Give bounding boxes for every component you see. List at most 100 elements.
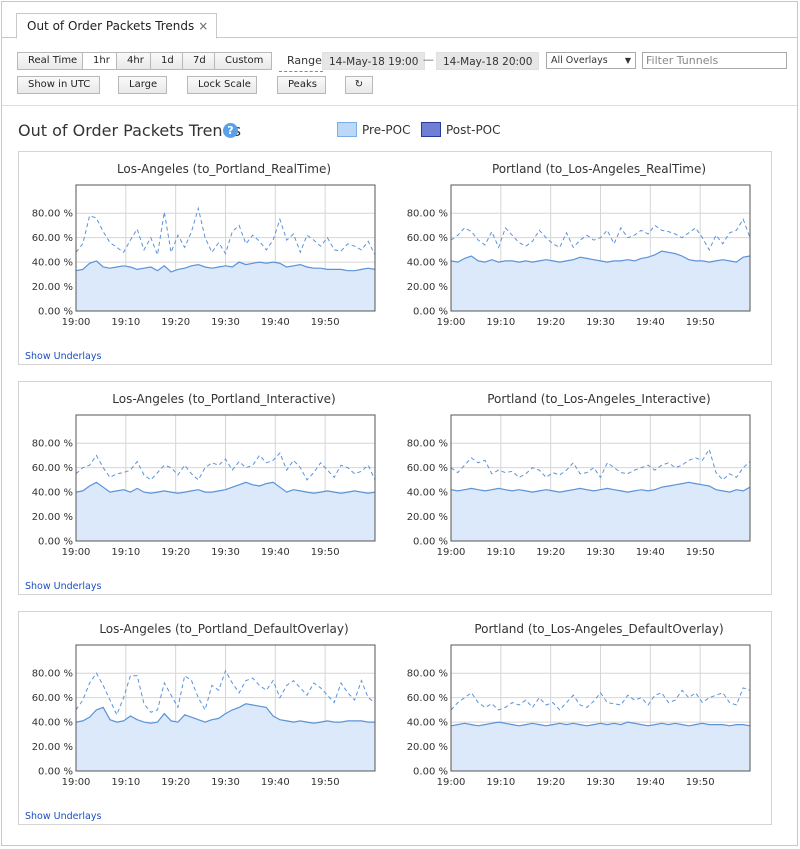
x-tick-label: 19:00 — [437, 317, 466, 328]
x-tick-label: 19:30 — [586, 777, 615, 788]
x-tick-label: 19:20 — [161, 547, 190, 558]
trend-chart: Los-Angeles (to_Portland_Interactive) 80.… — [32, 382, 393, 577]
range-end-field[interactable]: 14-May-18 20:00 — [436, 52, 540, 70]
y-tick-label: 40.00 % — [407, 718, 448, 729]
y-tick-label: 60.00 % — [32, 233, 73, 244]
x-tick-label: 19:30 — [211, 547, 240, 558]
y-tick-label: 80.00 % — [407, 209, 448, 220]
show-utc-button[interactable]: Show in UTC — [17, 76, 100, 94]
1hr-button[interactable]: 1hr — [82, 52, 117, 70]
help-icon[interactable]: ? — [223, 123, 238, 138]
range-label: Range — [287, 54, 322, 67]
x-tick-label: 19:10 — [111, 317, 140, 328]
y-tick-label: 0.00 % — [413, 307, 448, 318]
chart-row-panel: Show Underlays Los-Angeles (to_Portland_I… — [18, 381, 772, 595]
x-tick-label: 19:10 — [486, 777, 515, 788]
peaks-button[interactable]: Peaks — [277, 76, 326, 94]
x-tick-label: 19:50 — [686, 317, 715, 328]
x-tick-label: 19:30 — [586, 317, 615, 328]
y-tick-label: 80.00 % — [32, 439, 73, 450]
real-time-button[interactable]: Real Time — [17, 52, 83, 70]
x-tick-label: 19:40 — [261, 317, 290, 328]
x-tick-label: 19:00 — [62, 777, 91, 788]
y-tick-label: 20.00 % — [407, 512, 448, 523]
legend-post-poc[interactable]: Post-POC — [421, 122, 501, 137]
x-tick-label: 19:50 — [686, 777, 715, 788]
chart-svg: 80.00 % 60.00 % 40.00 % 20.00 % 0.00 %19:00 1… — [407, 414, 751, 558]
show-underlays-link[interactable]: Show Underlays — [25, 811, 101, 822]
x-tick-label: 19:30 — [586, 547, 615, 558]
filter-tunnels-input[interactable]: Filter Tunnels — [642, 52, 787, 69]
tab-out-of-order-packets-trends[interactable]: Out of Order Packets Trends × — [16, 13, 218, 39]
7d-button[interactable]: 7d — [182, 52, 215, 70]
show-underlays-link[interactable]: Show Underlays — [25, 581, 101, 592]
y-tick-label: 20.00 % — [407, 282, 448, 293]
app-window: Out of Order Packets Trends × Real Time 1… — [1, 1, 798, 846]
chart-svg: 80.00 % 60.00 % 40.00 % 20.00 % 0.00 %19:00 1… — [407, 184, 751, 328]
x-tick-label: 19:50 — [686, 547, 715, 558]
range-start-field[interactable]: 14-May-18 19:00 — [322, 52, 426, 70]
close-icon[interactable]: × — [198, 19, 208, 33]
y-tick-label: 0.00 % — [38, 767, 73, 778]
toolbar: Real Time 1hr 4hr 1d 7d Custom Range 14-… — [2, 38, 797, 106]
x-tick-label: 19:40 — [261, 547, 290, 558]
y-tick-label: 60.00 % — [407, 233, 448, 244]
custom-button[interactable]: Custom — [214, 52, 272, 70]
trend-chart: Portland (to_Los-Angeles_Interactive) 80.… — [407, 382, 768, 577]
chart-svg: 80.00 % 60.00 % 40.00 % 20.00 % 0.00 %19:00 1… — [407, 644, 751, 788]
legend-pre-poc[interactable]: Pre-POC — [337, 122, 410, 137]
y-tick-label: 0.00 % — [38, 537, 73, 548]
overlay-select[interactable]: All Overlays ▼ — [546, 52, 636, 69]
legend-label-pre-poc: Pre-POC — [362, 122, 411, 137]
x-tick-label: 19:30 — [211, 777, 240, 788]
x-tick-label: 19:40 — [636, 777, 665, 788]
legend-swatch-pre-poc — [337, 122, 357, 137]
x-tick-label: 19:20 — [536, 547, 565, 558]
series-area-post-poc — [76, 260, 375, 311]
y-tick-label: 0.00 % — [413, 767, 448, 778]
large-button[interactable]: Large — [118, 76, 167, 94]
x-tick-label: 19:00 — [437, 777, 466, 788]
x-tick-label: 19:50 — [311, 777, 340, 788]
chart-svg: 80.00 % 60.00 % 40.00 % 20.00 % 0.00 %19:00 1… — [32, 414, 376, 558]
trend-chart: Portland (to_Los-Angeles_DefaultOverlay)… — [407, 612, 768, 807]
time-range-buttons: Real Time 1hr 4hr 1d 7d Custom — [17, 52, 272, 70]
trend-chart: Portland (to_Los-Angeles_RealTime) 80.00 … — [407, 152, 768, 347]
range-separator: — — [423, 53, 434, 66]
x-tick-label: 19:40 — [636, 547, 665, 558]
y-tick-label: 80.00 % — [407, 669, 448, 680]
y-tick-label: 20.00 % — [32, 512, 73, 523]
y-tick-label: 80.00 % — [407, 439, 448, 450]
x-tick-label: 19:20 — [536, 777, 565, 788]
y-tick-label: 40.00 % — [407, 488, 448, 499]
x-tick-label: 19:10 — [486, 547, 515, 558]
x-tick-label: 19:10 — [111, 777, 140, 788]
x-tick-label: 19:40 — [261, 777, 290, 788]
chart-row-panel: Show Underlays Los-Angeles (to_Portland_D… — [18, 611, 772, 825]
x-tick-label: 19:10 — [111, 547, 140, 558]
x-tick-label: 19:20 — [161, 317, 190, 328]
show-underlays-link[interactable]: Show Underlays — [25, 351, 101, 362]
y-tick-label: 20.00 % — [32, 282, 73, 293]
lock-scale-button[interactable]: Lock Scale — [187, 76, 257, 94]
refresh-icon[interactable]: ↻ — [345, 76, 373, 94]
y-tick-label: 0.00 % — [38, 307, 73, 318]
y-tick-label: 80.00 % — [32, 669, 73, 680]
x-tick-label: 19:10 — [486, 317, 515, 328]
y-tick-label: 60.00 % — [32, 693, 73, 704]
x-tick-label: 19:50 — [311, 547, 340, 558]
chart-row-panel: Show Underlays Los-Angeles (to_Portland_R… — [18, 151, 772, 365]
x-tick-label: 19:50 — [311, 317, 340, 328]
y-tick-label: 40.00 % — [407, 258, 448, 269]
dropdown-arrow-icon: ▼ — [624, 56, 631, 65]
y-tick-label: 20.00 % — [32, 742, 73, 753]
y-tick-label: 20.00 % — [407, 742, 448, 753]
series-area-post-poc — [451, 722, 750, 771]
chart-svg: 80.00 % 60.00 % 40.00 % 20.00 % 0.00 %19:00 1… — [32, 184, 376, 328]
y-tick-label: 60.00 % — [32, 463, 73, 474]
trend-chart: Los-Angeles (to_Portland_DefaultOverlay)… — [32, 612, 393, 807]
x-tick-label: 19:00 — [62, 317, 91, 328]
4hr-button[interactable]: 4hr — [116, 52, 151, 70]
1d-button[interactable]: 1d — [150, 52, 183, 70]
series-area-post-poc — [451, 482, 750, 541]
